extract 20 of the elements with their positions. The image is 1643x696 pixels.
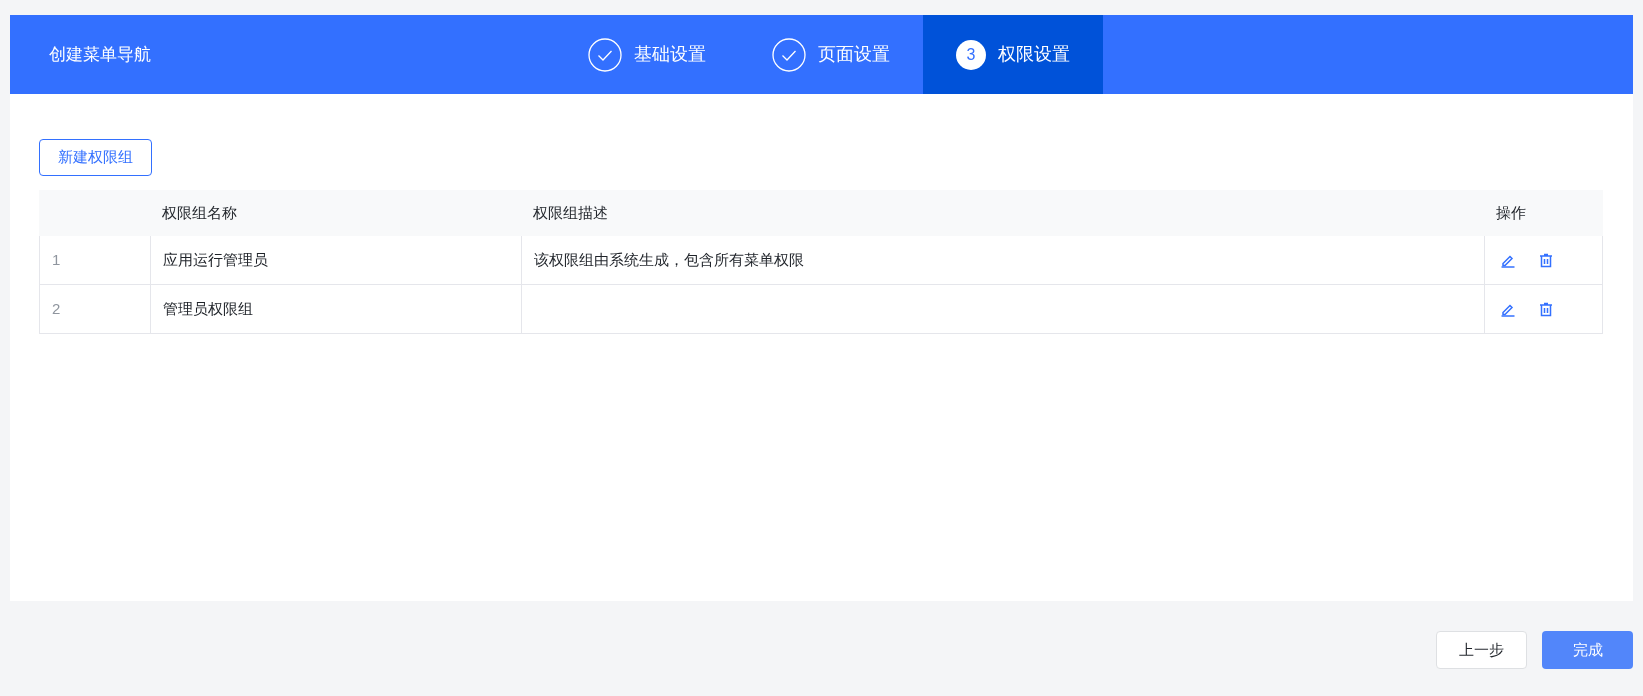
page-title: 创建菜单导航 (49, 43, 152, 66)
previous-button[interactable]: 上一步 (1436, 631, 1527, 669)
column-header: 权限组名称 (162, 202, 237, 223)
table-cell-text: 1 (52, 249, 61, 270)
table-cell-text: 该权限组由系统生成，包含所有菜单权限 (534, 249, 804, 270)
step-number: 3 (956, 39, 986, 70)
check-circle-icon (588, 37, 622, 72)
new-group-button[interactable]: 新建权限组 (39, 139, 152, 176)
column-header: 权限组描述 (533, 202, 608, 223)
step-tab[interactable]: 基础设置 (555, 15, 739, 94)
step-tab[interactable]: 3 权限设置 (923, 15, 1103, 94)
table-cell-text: 2 (52, 298, 61, 319)
delete-icon[interactable] (1538, 301, 1554, 317)
column-header: 操作 (1496, 202, 1526, 223)
finish-button[interactable]: 完成 (1542, 631, 1633, 669)
table-cell-text: 管理员权限组 (163, 298, 253, 319)
step-tab[interactable]: 页面设置 (739, 15, 923, 94)
table-cell-text: 应用运行管理员 (163, 249, 268, 270)
check-circle-icon (772, 37, 806, 72)
delete-icon[interactable] (1538, 252, 1554, 268)
